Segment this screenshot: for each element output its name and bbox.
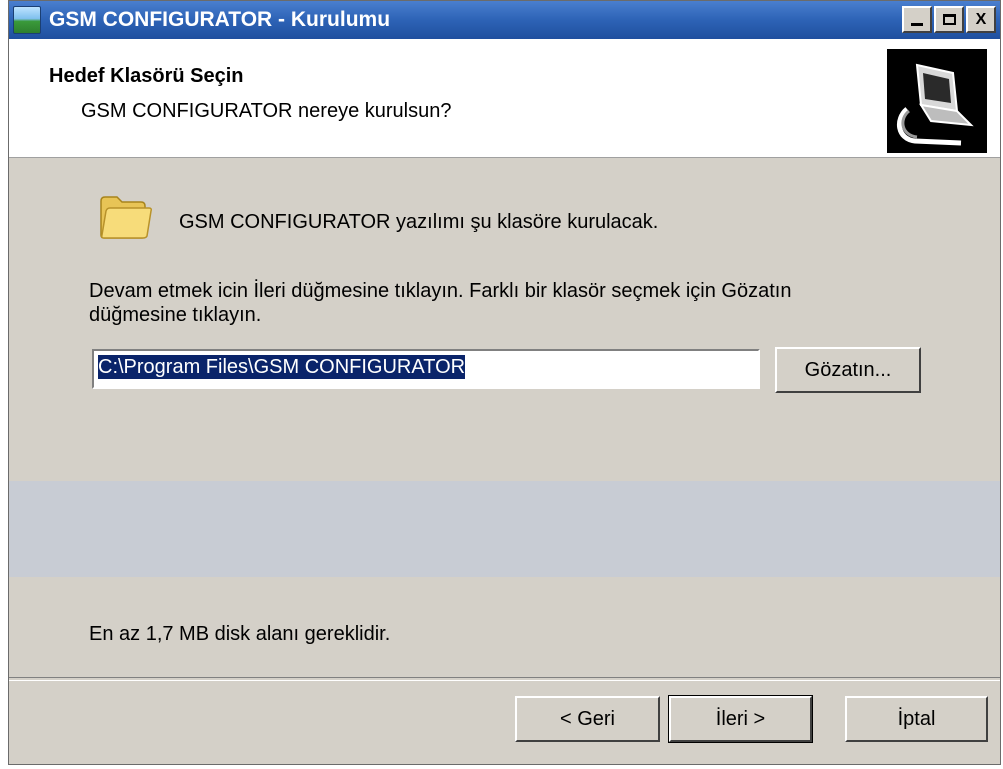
app-icon [13, 6, 41, 34]
instruction-text: Devam etmek icin İleri düğmesine tıklayı… [89, 280, 792, 326]
window-title: GSM CONFIGURATOR - Kurulumu [49, 8, 391, 31]
close-icon: X [975, 10, 987, 28]
maximize-icon [942, 14, 956, 25]
page-subtitle: GSM CONFIGURATOR nereye kurulsun? [81, 100, 452, 122]
install-path-input[interactable]: C:\Program Files\GSM CONFIGURATOR [92, 349, 760, 389]
spacer-band [9, 481, 1000, 577]
window-controls: X [902, 6, 996, 33]
folder-icon [97, 191, 153, 243]
back-button[interactable]: < Geri [515, 696, 660, 742]
disk-space-text: En az 1,7 MB disk alanı gereklidir. [89, 623, 391, 645]
maximize-button[interactable] [934, 6, 964, 33]
footer-divider [9, 677, 1000, 681]
install-path-value: C:\Program Files\GSM CONFIGURATOR [98, 355, 466, 379]
browse-button[interactable]: Gözatın... [775, 347, 921, 393]
minimize-button[interactable] [902, 6, 932, 33]
installer-window: GSM CONFIGURATOR - Kurulumu X Hedef Klas… [8, 0, 1001, 765]
page-title: Hedef Klasörü Seçin [49, 65, 244, 87]
install-info-text: GSM CONFIGURATOR yazılımı şu klasöre kur… [179, 211, 659, 233]
wizard-header: Hedef Klasörü Seçin GSM CONFIGURATOR ner… [9, 39, 1000, 158]
close-button[interactable]: X [966, 6, 996, 33]
cancel-button[interactable]: İptal [845, 696, 988, 742]
next-button[interactable]: İleri > [668, 695, 813, 743]
minimize-icon [911, 23, 923, 26]
title-bar[interactable]: GSM CONFIGURATOR - Kurulumu X [9, 1, 1000, 39]
computer-install-icon [887, 49, 987, 153]
